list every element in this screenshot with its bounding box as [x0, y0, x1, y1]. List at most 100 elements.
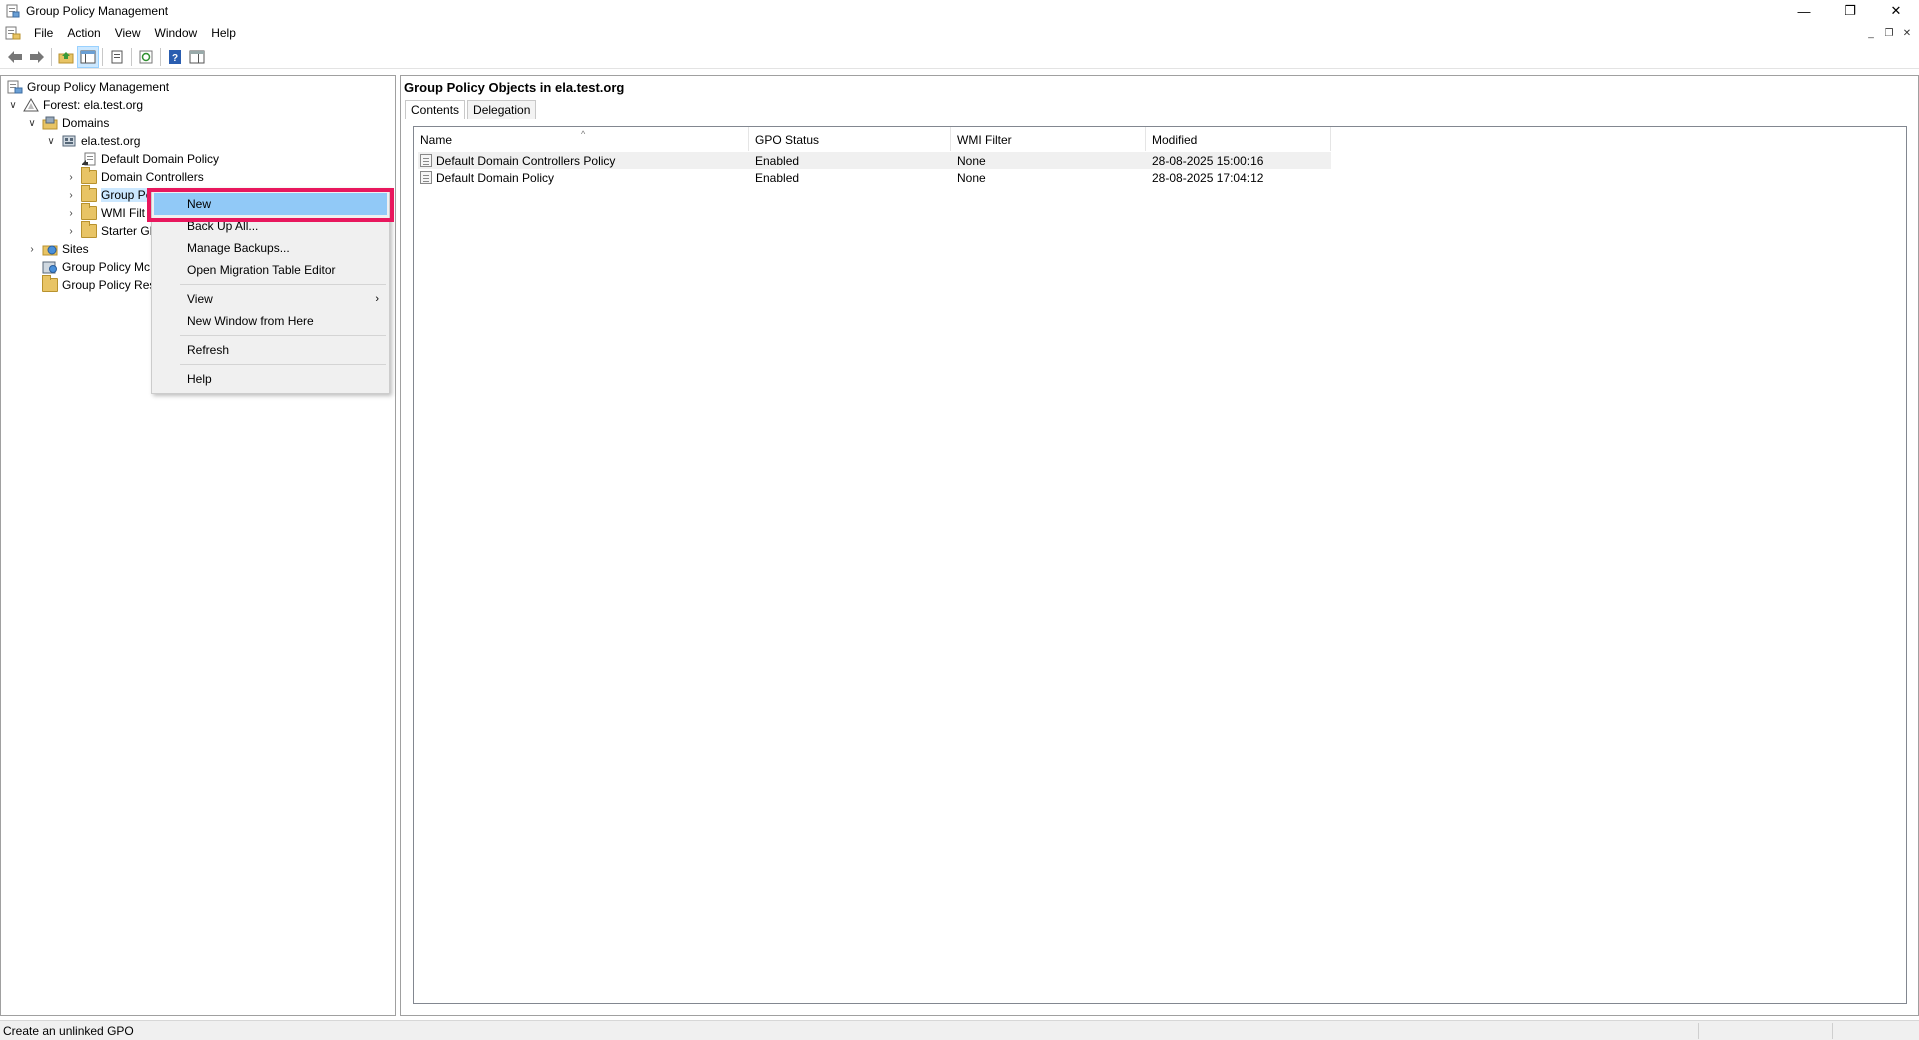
menu-item-manage-backups[interactable]: Manage Backups...: [154, 237, 387, 259]
chevron-right-icon[interactable]: ›: [26, 243, 38, 255]
status-segment-divider: [1832, 1023, 1833, 1039]
menu-window[interactable]: Window: [148, 23, 205, 43]
tree-node-sites[interactable]: › Sites: [26, 240, 88, 258]
column-header-gpo-status[interactable]: GPO Status: [749, 127, 951, 151]
tab-strip: Contents Delegation: [405, 100, 538, 119]
modeling-icon: [42, 260, 58, 274]
folder-up-icon: [58, 51, 74, 63]
status-bar: Create an unlinked GPO: [0, 1020, 1919, 1040]
row-modified: 28-08-2025 15:00:16: [1152, 153, 1264, 168]
tree-node-default-domain-policy[interactable]: Default Domain Policy: [81, 150, 219, 168]
title-bar: Group Policy Management — ❐ ✕: [0, 0, 1919, 22]
properties-button[interactable]: [106, 46, 128, 68]
up-one-level-button[interactable]: [55, 46, 77, 68]
mmc-document-icon[interactable]: [5, 26, 21, 40]
menu-item-new-window-from-here[interactable]: New Window from Here: [154, 310, 387, 332]
sites-icon: [42, 242, 58, 256]
menu-item-refresh[interactable]: Refresh: [154, 339, 387, 361]
help-button[interactable]: ?: [164, 46, 186, 68]
show-hide-action-pane-button[interactable]: [186, 46, 208, 68]
chevron-down-icon[interactable]: ∨: [26, 117, 38, 129]
column-header-modified[interactable]: Modified: [1146, 127, 1331, 151]
tree-node-gp-modeling[interactable]: Group Policy Mc: [42, 258, 150, 276]
menu-item-open-migration-table-editor[interactable]: Open Migration Table Editor: [154, 259, 387, 281]
row-name: Default Domain Controllers Policy: [436, 153, 616, 168]
row-name: Default Domain Policy: [436, 170, 555, 185]
details-pane: Group Policy Objects in ela.test.org Con…: [400, 75, 1919, 1016]
column-header-name[interactable]: ^ Name: [414, 127, 749, 151]
tab-contents[interactable]: Contents: [405, 100, 466, 119]
toolbar: ?: [0, 45, 1919, 69]
menu-bar: File Action View Window Help _ ❐ ✕: [0, 23, 1919, 43]
chevron-right-icon[interactable]: ›: [65, 225, 77, 237]
show-hide-console-tree-button[interactable]: [77, 45, 99, 68]
gpo-list-view[interactable]: ^ Name GPO Status WMI Filter Modified De…: [413, 126, 1907, 1004]
help-icon: ?: [169, 49, 181, 64]
folder-icon: [81, 167, 97, 184]
tree-node-label: Forest: ela.test.org: [43, 98, 144, 112]
menu-item-view[interactable]: View ›: [154, 288, 387, 310]
chevron-right-icon[interactable]: ›: [65, 171, 77, 183]
close-button[interactable]: ✕: [1873, 0, 1919, 22]
toolbar-separator: [102, 47, 103, 66]
window-title: Group Policy Management: [26, 4, 169, 18]
chevron-down-icon[interactable]: ∨: [45, 135, 57, 147]
forward-button[interactable]: [26, 46, 48, 68]
chevron-right-icon[interactable]: ›: [65, 189, 77, 201]
menu-item-help[interactable]: Help: [154, 368, 387, 390]
tree-node-domains[interactable]: ∨ Domains: [26, 114, 109, 132]
menu-help[interactable]: Help: [204, 23, 243, 43]
folder-icon: [81, 221, 97, 238]
mdi-close-button[interactable]: ✕: [1899, 25, 1915, 41]
tree-node-label: Group Pc: [101, 188, 152, 202]
restore-button[interactable]: ❐: [1827, 0, 1873, 22]
menu-separator: [180, 284, 386, 285]
tree-node-label: WMI Filt: [101, 206, 145, 220]
tree-node-domain-ela-test-org[interactable]: ∨ ela.test.org: [45, 132, 140, 150]
action-pane-icon: [189, 50, 205, 63]
back-button[interactable]: [4, 46, 26, 68]
status-segment-divider: [1698, 1023, 1699, 1039]
menu-view[interactable]: View: [108, 23, 148, 43]
forest-icon: [23, 98, 39, 112]
tree-node-label: Domain Controllers: [101, 170, 204, 184]
refresh-button[interactable]: [135, 46, 157, 68]
chevron-down-icon[interactable]: ∨: [7, 99, 19, 111]
toolbar-separator: [51, 47, 52, 66]
tree-node-label: Starter GP: [101, 224, 158, 238]
tree-node-label: ela.test.org: [81, 134, 141, 148]
menu-separator: [180, 335, 386, 336]
row-wmi-filter: None: [957, 153, 986, 168]
column-header-wmi-filter[interactable]: WMI Filter: [951, 127, 1146, 151]
row-wmi-filter: None: [957, 170, 986, 185]
toolbar-separator: [160, 47, 161, 66]
menu-action[interactable]: Action: [60, 23, 107, 43]
folder-icon: [81, 203, 97, 220]
tab-delegation[interactable]: Delegation: [467, 100, 537, 119]
chevron-right-icon[interactable]: ›: [65, 207, 77, 219]
menu-file[interactable]: File: [27, 23, 60, 43]
table-row[interactable]: Default Domain Policy Enabled None 28-08…: [418, 169, 1331, 186]
refresh-icon: [139, 50, 153, 63]
folder-icon: [42, 275, 58, 292]
folder-icon: [81, 185, 97, 202]
menu-item-back-up-all[interactable]: Back Up All...: [154, 215, 387, 237]
minimize-button[interactable]: —: [1781, 0, 1827, 22]
mdi-restore-button[interactable]: ❐: [1881, 25, 1897, 41]
menu-separator: [180, 364, 386, 365]
pane-title: Group Policy Objects in ela.test.org: [404, 80, 625, 95]
tree-node-group-policy-objects[interactable]: › Group Pc: [65, 185, 152, 204]
tree-node-wmi-filters[interactable]: › WMI Filt: [65, 203, 145, 222]
tree-node-domain-controllers[interactable]: › Domain Controllers: [65, 167, 204, 186]
menu-item-new[interactable]: New: [154, 193, 387, 215]
table-row[interactable]: Default Domain Controllers Policy Enable…: [418, 152, 1331, 169]
svg-text:?: ?: [172, 53, 178, 64]
tree-node-gp-results[interactable]: Group Policy Res: [42, 275, 155, 294]
tree-node-starter-gpos[interactable]: › Starter GP: [65, 221, 158, 240]
status-text: Create an unlinked GPO: [3, 1023, 134, 1038]
tree-node-forest[interactable]: ∨ Forest: ela.test.org: [7, 96, 143, 114]
mdi-minimize-button[interactable]: _: [1863, 25, 1879, 41]
sort-ascending-icon: ^: [581, 129, 586, 139]
arrow-right-icon: [30, 50, 44, 63]
tree-node-group-policy-management[interactable]: Group Policy Management: [7, 78, 169, 96]
